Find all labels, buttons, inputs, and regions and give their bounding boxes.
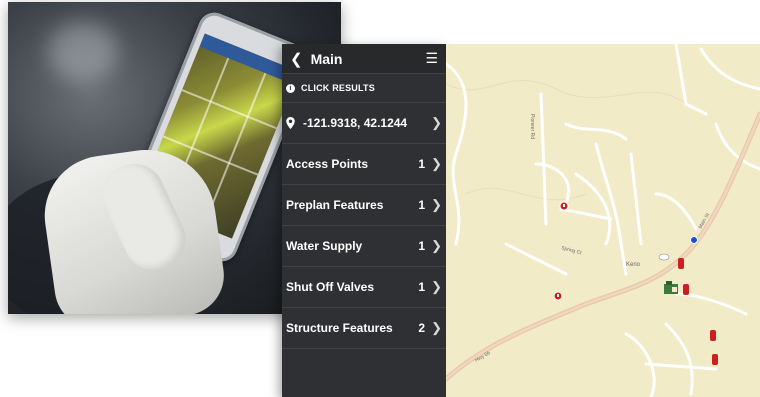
map-marker-red[interactable] bbox=[553, 291, 563, 301]
chevron-right-icon: ❯ bbox=[431, 115, 442, 130]
chevron-right-icon: ❯ bbox=[431, 238, 442, 253]
chevron-right-icon: ❯ bbox=[431, 156, 442, 171]
light-glare bbox=[48, 22, 118, 82]
chevron-left-icon[interactable]: ❮ bbox=[290, 50, 303, 68]
section-header: i CLICK RESULTS bbox=[282, 74, 446, 103]
result-row-access-points[interactable]: Access Points 1 ❯ bbox=[282, 144, 446, 185]
result-count: 1 bbox=[418, 280, 426, 294]
result-row-water-supply[interactable]: Water Supply 1 ❯ bbox=[282, 226, 446, 267]
result-count: 2 bbox=[418, 321, 426, 335]
map-marker-red[interactable] bbox=[683, 284, 689, 295]
panel-header: ❮ Main ☰ bbox=[282, 44, 446, 74]
map-marker-blue[interactable] bbox=[690, 236, 698, 244]
street-label: Spring Ct bbox=[560, 245, 582, 256]
phone-road-line bbox=[181, 89, 277, 130]
route-shield-icon bbox=[658, 253, 670, 261]
building-icon[interactable] bbox=[664, 281, 678, 294]
chevron-right-icon: ❯ bbox=[431, 320, 442, 335]
chevron-right-icon: ❯ bbox=[431, 197, 442, 212]
result-row-preplan-features[interactable]: Preplan Features 1 ❯ bbox=[282, 185, 446, 226]
location-pin-icon bbox=[286, 117, 295, 129]
result-label: Shut Off Valves bbox=[286, 280, 375, 294]
result-row-structure-features[interactable]: Structure Features 2 ❯ bbox=[282, 308, 446, 349]
section-title: CLICK RESULTS bbox=[301, 83, 375, 93]
result-count: 1 bbox=[418, 239, 426, 253]
result-label: Structure Features bbox=[286, 321, 393, 335]
map-marker-red[interactable] bbox=[559, 201, 569, 211]
street-label: Keno bbox=[626, 262, 641, 268]
hamburger-menu-icon[interactable]: ☰ bbox=[425, 50, 438, 67]
chevron-right-icon: ❯ bbox=[431, 279, 442, 294]
result-count: 1 bbox=[418, 198, 426, 212]
map-view[interactable]: Keno Spring Ct Main St Hwy 66 Pioneer Rd bbox=[446, 44, 760, 397]
coordinates-value: -121.9318, 42.1244 bbox=[303, 116, 408, 130]
result-label: Water Supply bbox=[286, 239, 363, 253]
map-marker-red[interactable] bbox=[712, 354, 718, 365]
result-count: 1 bbox=[418, 157, 426, 171]
result-label: Access Points bbox=[286, 157, 369, 171]
info-icon: i bbox=[286, 83, 295, 93]
street-label: Pioneer Rd bbox=[529, 114, 535, 139]
click-results-panel: ❮ Main ☰ i CLICK RESULTS -121.9318, 42.1… bbox=[282, 44, 446, 397]
map-marker-red[interactable] bbox=[710, 330, 716, 341]
panel-title: Main bbox=[310, 50, 343, 67]
result-row-shut-off-valves[interactable]: Shut Off Valves 1 ❯ bbox=[282, 267, 446, 308]
map-marker-red[interactable] bbox=[678, 258, 684, 269]
map-canvas[interactable]: Keno Spring Ct Main St Hwy 66 Pioneer Rd bbox=[446, 44, 760, 397]
coordinates-row[interactable]: -121.9318, 42.1244 ❯ bbox=[282, 103, 446, 144]
result-label: Preplan Features bbox=[286, 198, 384, 212]
